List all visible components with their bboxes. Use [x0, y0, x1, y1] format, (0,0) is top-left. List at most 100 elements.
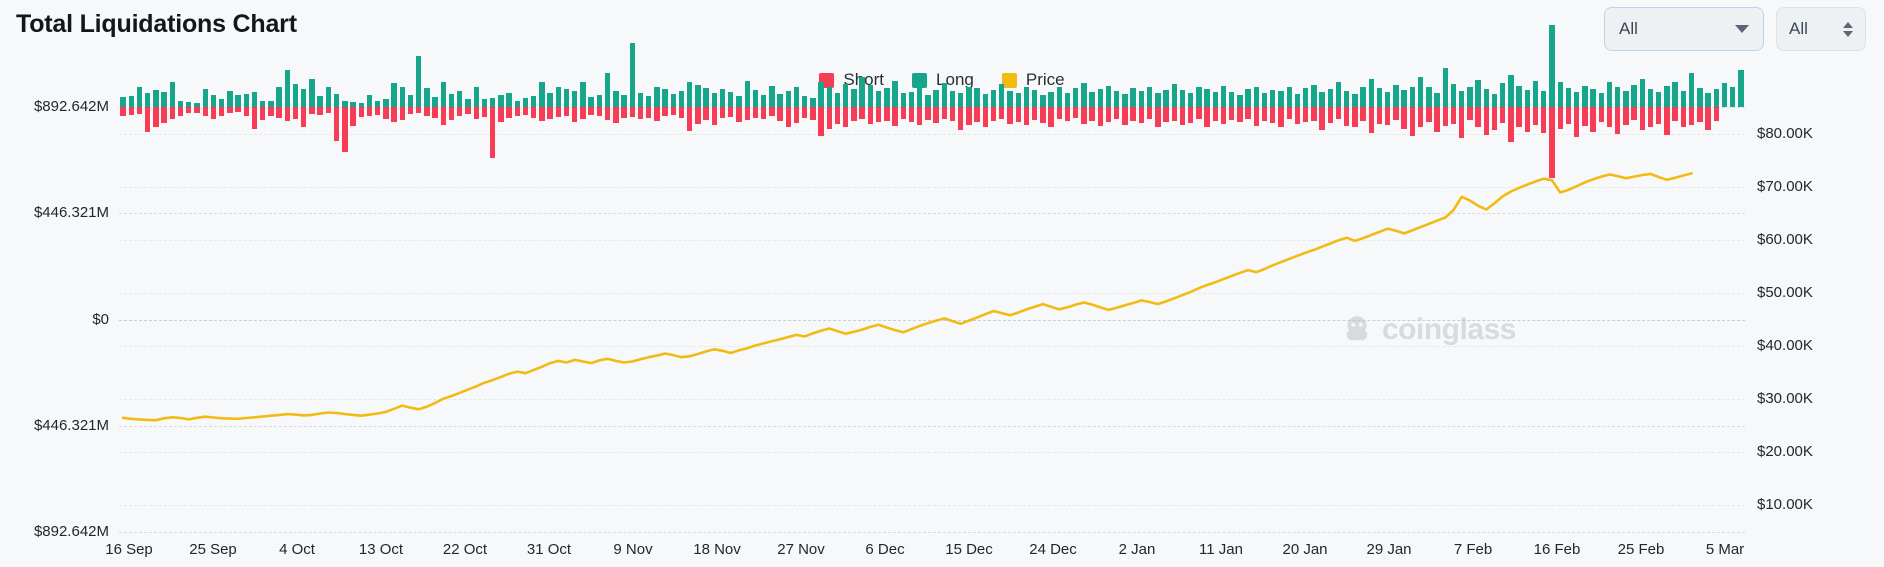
y-tick-right: $50.00K: [1757, 284, 1813, 301]
chart-header: Total Liquidations Chart All All: [0, 0, 1884, 58]
bar-long: [1287, 87, 1292, 107]
bar-long: [621, 95, 626, 107]
bar-long: [1492, 94, 1497, 107]
bar-long: [818, 82, 823, 107]
bar-long: [137, 87, 142, 107]
bar-long: [416, 56, 421, 107]
x-tick: 25 Feb: [1618, 541, 1665, 558]
bar-long: [1689, 73, 1694, 107]
bar-long: [432, 97, 437, 107]
x-tick: 15 Dec: [945, 541, 993, 558]
bar-long: [531, 96, 536, 107]
y-tick-right: $80.00K: [1757, 125, 1813, 142]
bar-long: [654, 87, 659, 107]
bar-long: [901, 93, 906, 107]
range-select[interactable]: All: [1604, 7, 1764, 51]
bar-long: [293, 84, 298, 107]
bar-long: [1344, 91, 1349, 107]
bar-long: [1106, 86, 1111, 107]
bar-long: [1426, 87, 1431, 107]
bar-long: [1467, 87, 1472, 107]
bar-long: [588, 97, 593, 107]
y-tick-left: $446.321M: [34, 204, 109, 221]
bar-long: [161, 92, 166, 107]
bar-long: [490, 98, 495, 107]
bar-long: [1081, 83, 1086, 107]
bar-long: [1738, 70, 1743, 107]
x-tick: 22 Oct: [443, 541, 487, 558]
bar-long: [572, 91, 577, 107]
bar-long: [547, 93, 552, 107]
bar-long: [1484, 89, 1489, 107]
bar-long: [1566, 88, 1571, 107]
y-tick-right: $70.00K: [1757, 178, 1813, 195]
bar-long: [646, 96, 651, 107]
bar-long: [1525, 90, 1530, 107]
x-tick: 7 Feb: [1454, 541, 1492, 558]
bar-long: [564, 89, 569, 107]
x-tick: 25 Sep: [189, 541, 237, 558]
bar-long: [777, 94, 782, 107]
bar-long: [1533, 81, 1538, 107]
bar-long: [1196, 87, 1201, 107]
x-tick: 16 Sep: [105, 541, 153, 558]
bar-long: [1599, 93, 1604, 107]
x-tick: 29 Jan: [1366, 541, 1411, 558]
bar-long: [153, 90, 158, 107]
bar-long: [1229, 92, 1234, 107]
bar-long: [835, 93, 840, 107]
bar-long: [1714, 89, 1719, 107]
x-tick: 4 Oct: [279, 541, 315, 558]
bar-long: [810, 98, 815, 107]
bar-long: [219, 99, 224, 108]
bar-long: [523, 98, 528, 107]
bar-long: [605, 73, 610, 107]
bar-long: [145, 93, 150, 107]
bar-long: [933, 90, 938, 107]
bar-long: [1057, 87, 1062, 107]
bar-long: [1172, 84, 1177, 107]
bar-long: [1295, 94, 1300, 107]
y-tick-left: $446.321M: [34, 417, 109, 434]
bar-long: [391, 83, 396, 107]
y-tick-right: $10.00K: [1757, 496, 1813, 513]
bar-long: [1303, 88, 1308, 107]
bar-long: [1040, 95, 1045, 107]
y-tick-right: $30.00K: [1757, 390, 1813, 407]
symbol-select[interactable]: All: [1776, 7, 1866, 51]
y-tick-left: $892.642M: [34, 523, 109, 540]
bar-long: [424, 88, 429, 107]
bar-long: [630, 43, 635, 107]
bar-long: [679, 91, 684, 107]
bar-long: [465, 99, 470, 108]
bar-long: [227, 91, 232, 107]
bar-long: [1254, 87, 1259, 107]
bar-long: [539, 82, 544, 107]
bar-long: [1098, 89, 1103, 107]
bar-long: [1558, 82, 1563, 107]
bar-long: [1360, 87, 1365, 107]
bar-long: [482, 99, 487, 107]
bar-long: [1541, 91, 1546, 107]
bar-long: [597, 95, 602, 107]
legend-item-price[interactable]: Price: [1002, 70, 1065, 90]
bar-long: [942, 83, 947, 107]
bar-long: [301, 89, 306, 107]
bar-long: [580, 82, 585, 107]
x-tick: 6 Dec: [865, 541, 904, 558]
bar-long: [1549, 25, 1554, 107]
bar-long: [334, 94, 339, 107]
bar-long: [1451, 84, 1456, 107]
bar-long: [1032, 90, 1037, 107]
bar-long: [638, 93, 643, 107]
bar-long: [1065, 93, 1070, 107]
bar-long: [506, 93, 511, 107]
bar-long: [1681, 91, 1686, 107]
bar-long: [966, 87, 971, 107]
bar-long: [1130, 88, 1135, 107]
bar-long: [383, 99, 388, 107]
bar-long: [950, 91, 955, 107]
coinglass-logo-icon: [1340, 313, 1374, 347]
bar-long: [244, 94, 249, 107]
bar-long: [1328, 89, 1333, 107]
